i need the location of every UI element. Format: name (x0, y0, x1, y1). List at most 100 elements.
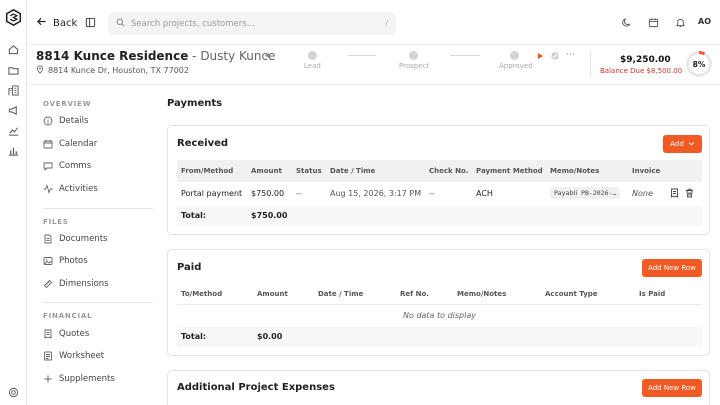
header-divider-vertical (590, 50, 591, 78)
buildings-icon[interactable] (7, 84, 20, 97)
arrow-left-icon (36, 16, 47, 30)
project-title: 8814 Kunce Residence - Dusty Kunce (36, 49, 276, 63)
column-header: Memo/Notes (550, 167, 600, 175)
nav-item-calendar[interactable]: Calendar (43, 139, 97, 149)
moon-icon[interactable] (620, 16, 633, 29)
received-table-header: From/Method Amount Status Date / Time Ch… (177, 160, 702, 182)
nav-item-details[interactable]: Details (43, 116, 88, 126)
trash-icon[interactable] (685, 188, 694, 200)
calendar-icon (43, 139, 53, 149)
column-header: Ref No. (400, 290, 429, 298)
progress-percent: 8% (689, 54, 709, 74)
info-icon (43, 116, 53, 126)
balance-due: Balance Due $8,500.00 (600, 67, 683, 75)
paid-total-row: Total: $0.00 (177, 327, 702, 347)
trend-chart-icon[interactable] (7, 124, 20, 137)
address-text: 8814 Kunce Dr, Houston, TX 77002 (48, 66, 189, 75)
title-separator: - (188, 49, 201, 63)
column-header: Check No. (429, 167, 469, 175)
nav-item-label: Dimensions (59, 279, 109, 289)
add-button-label: Add (670, 140, 684, 148)
user-avatar[interactable]: AO (698, 17, 711, 26)
play-icon[interactable] (537, 52, 544, 62)
folder-icon[interactable] (7, 64, 20, 77)
cell-check: -- (429, 189, 435, 198)
search-icon (116, 18, 125, 30)
cell-method: ACH (476, 189, 493, 198)
receipt-icon[interactable] (670, 188, 679, 200)
nav-divider (43, 302, 153, 303)
stage-connector (348, 55, 376, 56)
nav-item-label: Documents (59, 234, 108, 244)
column-header: To/Method (181, 290, 223, 298)
search-shortcut: / (385, 19, 388, 28)
stage-back-icon[interactable] (264, 52, 271, 61)
back-button[interactable]: Back (36, 16, 77, 30)
add-new-row-label: Add New Row (648, 384, 696, 392)
nav-item-worksheet[interactable]: Worksheet (43, 351, 104, 361)
paid-table-header: To/Method Amount Date / Time Ref No. Mem… (177, 283, 702, 305)
nav-item-label: Comms (59, 161, 92, 171)
nav-item-quotes[interactable]: Quotes (43, 329, 89, 339)
app-logo-icon[interactable] (5, 9, 22, 26)
nav-item-label: Details (59, 116, 89, 126)
nav-item-label: Calendar (59, 139, 98, 149)
header-divider (27, 84, 720, 85)
bar-chart-icon[interactable] (7, 144, 20, 157)
nav-item-supplements[interactable]: Supplements (43, 374, 115, 384)
home-icon[interactable] (7, 43, 20, 56)
project-name: 8814 Kunce Residence (36, 49, 189, 63)
nav-item-photos[interactable]: Photos (43, 256, 88, 266)
total-label: Total: (181, 332, 207, 341)
nav-item-label: Supplements (59, 374, 115, 384)
nav-item-dimensions[interactable]: Dimensions (43, 279, 109, 289)
bell-icon[interactable] (674, 16, 687, 29)
received-total-row: Total: $750.00 (177, 206, 702, 226)
total-label: Total: (181, 211, 207, 220)
help-icon[interactable] (7, 386, 20, 399)
project-price: $9,250.00 (620, 55, 671, 65)
memo-chip[interactable]: Payabli PB-2026-… (550, 187, 621, 199)
nav-item-comms[interactable]: Comms (43, 161, 91, 171)
column-header: Amount (257, 290, 288, 298)
image-icon (43, 256, 53, 266)
ban-icon[interactable] (551, 52, 559, 62)
cell-amount: $750.00 (251, 189, 285, 198)
stage-dot-lead[interactable] (308, 51, 317, 60)
nav-item-activities[interactable]: Activities (43, 184, 98, 194)
page-title: Payments (167, 98, 223, 109)
stage-label-approved: Approved (499, 62, 533, 70)
stage-dot-prospect[interactable] (409, 51, 418, 60)
paid-card: Paid Add New Row To/Method Amount Date /… (167, 249, 710, 356)
search-input[interactable]: Search projects, customers... (131, 19, 255, 29)
expenses-title: Additional Project Expenses (177, 382, 335, 393)
more-dots-icon[interactable]: ⋯ (566, 50, 575, 60)
plus-icon (43, 374, 53, 384)
empty-state: No data to display (403, 311, 476, 320)
nav-divider (43, 208, 153, 209)
expenses-card: Additional Project Expenses Add New Row (167, 370, 710, 405)
megaphone-icon[interactable] (7, 104, 20, 117)
calendar-icon[interactable] (647, 16, 660, 29)
ruler-icon (43, 279, 53, 289)
stage-label-prospect: Prospect (399, 62, 430, 70)
nav-item-label: Photos (59, 256, 88, 266)
received-card: Received Add From/Method Amount Status D… (167, 125, 710, 235)
add-new-row-button[interactable]: Add New Row (642, 259, 702, 277)
chevron-down-icon (688, 140, 695, 149)
sidebar-toggle-icon[interactable] (84, 16, 97, 29)
add-expense-row-button[interactable]: Add New Row (642, 379, 702, 397)
stage-dot-approved[interactable] (510, 51, 519, 60)
column-header: Amount (251, 167, 282, 175)
nav-section-financial: FINANCIAL (43, 312, 93, 320)
column-header: Is Paid (639, 290, 666, 298)
search-bar[interactable]: Search projects, customers... / (108, 12, 396, 35)
add-payment-button[interactable]: Add (663, 135, 702, 153)
column-header: Invoice (632, 167, 661, 175)
memo-prefix: Payabli (554, 189, 578, 197)
progress-ring: 8% (686, 51, 712, 77)
activity-icon (43, 184, 53, 194)
column-header: Payment Method (476, 167, 543, 175)
worksheet-icon (43, 351, 53, 361)
nav-item-documents[interactable]: Documents (43, 234, 107, 244)
